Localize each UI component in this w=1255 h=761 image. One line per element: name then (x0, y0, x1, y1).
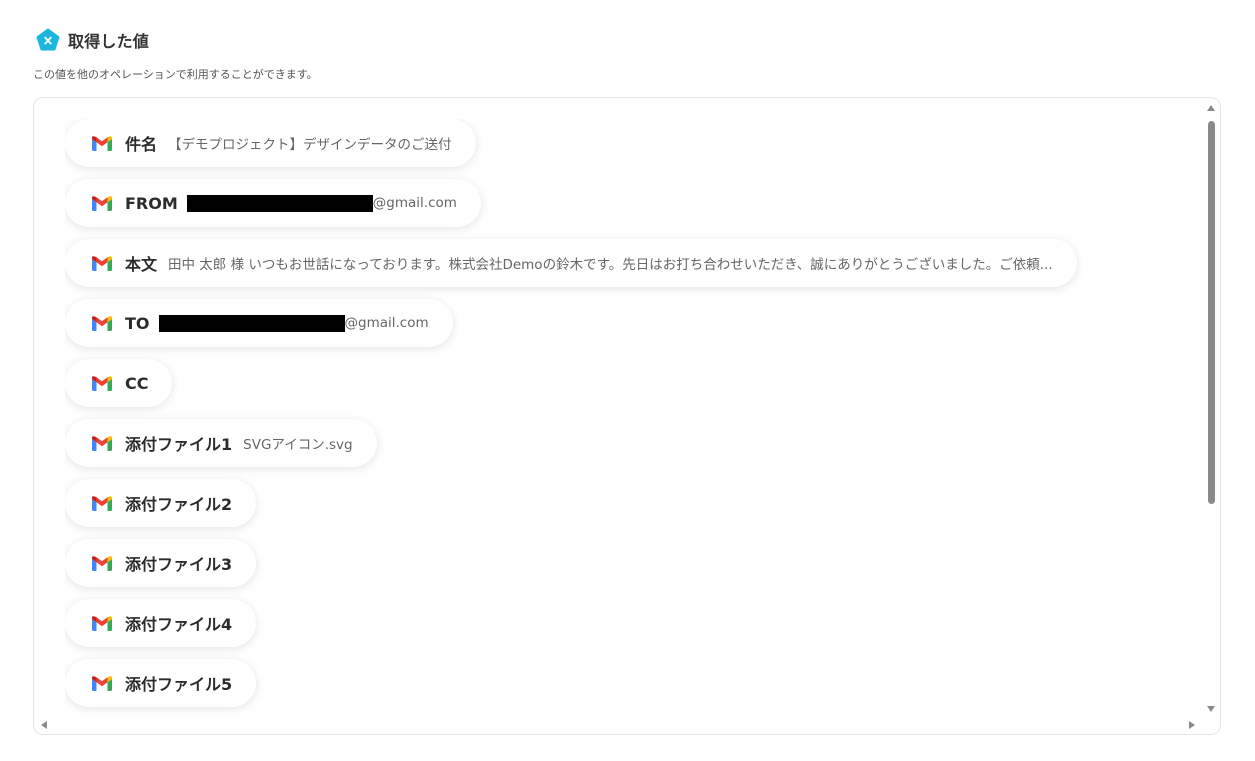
page-description: この値を他のオペレーションで利用することができます。 (33, 68, 318, 81)
value-item[interactable]: FROM @gmail.com (65, 179, 481, 227)
value-item-label: CC (125, 373, 149, 393)
scroll-up-arrow-icon[interactable] (1207, 105, 1215, 111)
value-item[interactable]: 件名 【デモプロジェクト】デザインデータのご送付 (65, 119, 476, 167)
value-item-label: 添付ファイル4 (125, 615, 233, 634)
gmail-icon (92, 315, 112, 331)
value-item[interactable]: 添付ファイル4 (65, 599, 257, 647)
redacted-block (158, 314, 345, 332)
vertical-scrollbar[interactable] (1206, 104, 1217, 712)
value-item-label: 添付ファイル1 (125, 435, 233, 454)
value-item-label: 添付ファイル5 (125, 675, 233, 694)
value-item[interactable]: CC (65, 359, 173, 407)
panel-header: 取得した値 (36, 28, 149, 52)
value-item-label: 件名 (125, 135, 158, 154)
value-item-label: 添付ファイル2 (125, 495, 233, 514)
gmail-icon (92, 555, 112, 571)
value-item-label: FROM (125, 193, 178, 213)
values-panel: 件名 【デモプロジェクト】デザインデータのご送付 FROM @gmail.com 本文田… (33, 97, 1221, 735)
gmail-icon (92, 255, 112, 271)
page-title: 取得した値 (68, 32, 150, 51)
value-item[interactable]: 添付ファイル3 (65, 539, 257, 587)
gmail-icon (92, 135, 112, 151)
gmail-icon (92, 675, 112, 691)
scroll-down-arrow-icon[interactable] (1207, 706, 1215, 712)
redacted-block (186, 194, 373, 212)
gmail-icon (92, 615, 112, 631)
gmail-icon (92, 495, 112, 511)
scroll-right-arrow-icon[interactable] (1189, 721, 1195, 729)
value-item[interactable]: 添付ファイル1 SVGアイコン.svg (65, 419, 377, 467)
values-list: 件名 【デモプロジェクト】デザインデータのご送付 FROM @gmail.com 本文田… (65, 119, 1202, 718)
value-item-value: @gmail.com (372, 195, 457, 211)
value-item-label: TO (125, 313, 150, 333)
value-item-value: 田中 太郎 様 いつもお世話になっております。株式会社Demoの鈴木です。先日は… (168, 257, 1053, 273)
value-item-label: 添付ファイル3 (125, 555, 233, 574)
yoom-logo-icon (36, 28, 60, 51)
horizontal-scrollbar[interactable] (40, 720, 1196, 730)
value-item-value: SVGアイコン.svg (243, 437, 353, 453)
gmail-icon (92, 375, 112, 391)
value-item[interactable]: TO @gmail.com (65, 299, 453, 347)
gmail-icon (92, 195, 112, 211)
value-item-value: @gmail.com (344, 315, 429, 331)
value-item[interactable]: 添付ファイル5 (65, 659, 257, 707)
vertical-scroll-thumb[interactable] (1208, 121, 1215, 504)
value-item-label: 本文 (125, 255, 158, 274)
value-item[interactable]: 本文 田中 太郎 様 いつもお世話になっております。株式会社Demoの鈴木です。先… (65, 239, 1077, 287)
scroll-left-arrow-icon[interactable] (41, 721, 47, 729)
gmail-icon (92, 435, 112, 451)
value-item[interactable]: 添付ファイル2 (65, 479, 257, 527)
value-item-value: 【デモプロジェクト】デザインデータのご送付 (168, 137, 452, 153)
